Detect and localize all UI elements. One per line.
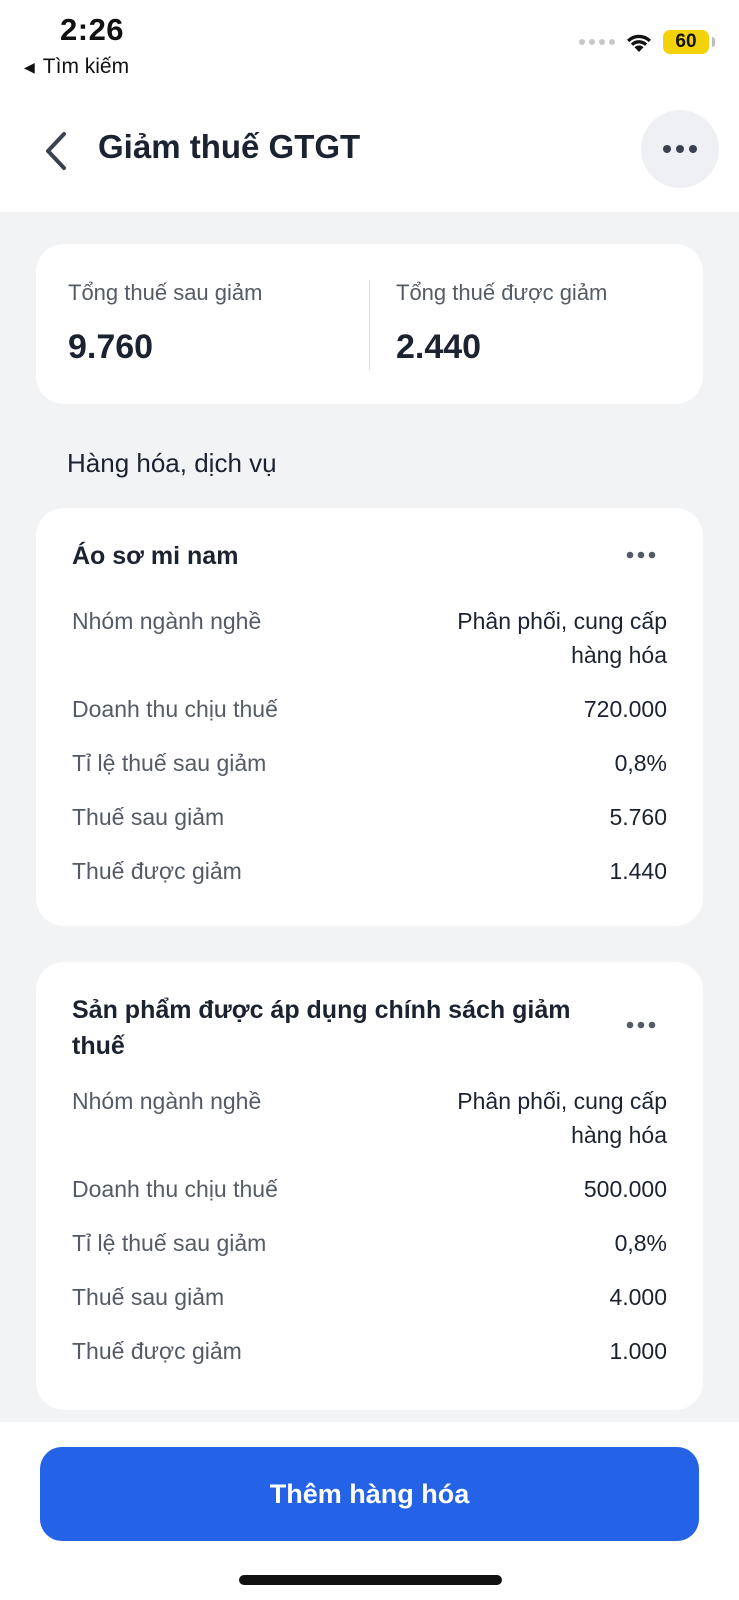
taxable-revenue-value: 500.000 (583, 1176, 667, 1202)
industry-value: Phân phối, cung cấp hàng hóa (457, 608, 667, 668)
back-triangle-icon: ◀ (24, 58, 35, 75)
bottom-bar: Thêm hàng hóa (0, 1422, 739, 1600)
tax-after-value: 4.000 (609, 1284, 667, 1310)
tax-reduced-row: Thuế được giảm 1.440 (72, 854, 667, 888)
item-more-button[interactable] (619, 1010, 663, 1040)
more-horizontal-icon (663, 145, 697, 153)
industry-label: Nhóm ngành nghề (72, 608, 262, 634)
taxable-revenue-value: 720.000 (583, 696, 667, 722)
item-card[interactable]: Sản phẩm được áp dụng chính sách giảm th… (36, 962, 703, 1410)
total-after-label: Tổng thuế sau giảm (68, 280, 263, 305)
home-indicator[interactable] (239, 1575, 502, 1585)
tax-rate-row: Tỉ lệ thuế sau giảm 0,8% (72, 1226, 667, 1260)
industry-row: Nhóm ngành nghề Phân phối, cung cấp hàng … (72, 604, 667, 672)
status-indicators: 60 (579, 30, 715, 54)
chevron-left-icon (46, 132, 66, 170)
battery-icon: 60 (663, 30, 715, 54)
screen: 2:26 ◀ Tìm kiếm 60 Giảm thuế GTGT Tổng t… (0, 0, 739, 1600)
status-time: 2:26 (60, 12, 125, 47)
total-after-reduction: Tổng thuế sau giảm 9.760 (68, 280, 262, 367)
taxable-revenue-label: Doanh thu chịu thuế (72, 696, 278, 722)
battery-level: 60 (675, 31, 697, 52)
back-button[interactable] (36, 126, 76, 176)
tax-after-row: Thuế sau giảm 5.760 (72, 800, 667, 834)
tax-rate-label: Tỉ lệ thuế sau giảm (72, 1230, 267, 1256)
tax-after-label: Thuế sau giảm (72, 804, 225, 830)
taxable-revenue-row: Doanh thu chịu thuế 500.000 (72, 1172, 667, 1206)
tax-reduced-row: Thuế được giảm 1.000 (72, 1334, 667, 1368)
tax-reduced-value: 1.000 (609, 1338, 667, 1364)
cellular-signal-icon (579, 39, 615, 45)
industry-label: Nhóm ngành nghề (72, 1088, 262, 1114)
page-title: Giảm thuế GTGT (98, 128, 361, 165)
back-app-label: Tìm kiếm (42, 55, 130, 78)
wifi-icon (627, 34, 651, 52)
item-name: Sản phẩm được áp dụng chính sách giảm th… (72, 996, 571, 1060)
total-reduced-label: Tổng thuế được giảm (396, 280, 608, 305)
taxable-revenue-row: Doanh thu chịu thuế 720.000 (72, 692, 667, 726)
item-card[interactable]: Áo sơ mi nam Nhóm ngành nghề Phân phối, … (36, 508, 703, 926)
taxable-revenue-label: Doanh thu chịu thuế (72, 1176, 278, 1202)
summary-divider (369, 280, 370, 370)
tax-reduced-label: Thuế được giảm (72, 858, 242, 884)
more-horizontal-icon (626, 1021, 656, 1029)
tax-rate-value: 0,8% (614, 750, 667, 776)
total-after-value: 9.760 (68, 328, 154, 366)
tax-rate-row: Tỉ lệ thuế sau giảm 0,8% (72, 746, 667, 780)
total-reduced-value: 2.440 (396, 328, 482, 366)
tax-rate-label: Tỉ lệ thuế sau giảm (72, 750, 267, 776)
total-reduced: Tổng thuế được giảm 2.440 (396, 280, 607, 367)
tax-reduced-label: Thuế được giảm (72, 1338, 242, 1364)
tax-after-value: 5.760 (609, 804, 667, 830)
section-title: Hàng hóa, dịch vụ (67, 448, 277, 478)
back-to-app-link[interactable]: ◀ Tìm kiếm (24, 55, 129, 79)
tax-summary-card: Tổng thuế sau giảm 9.760 Tổng thuế được … (36, 244, 703, 404)
item-name: Áo sơ mi nam (72, 542, 239, 570)
industry-value: Phân phối, cung cấp hàng hóa (457, 1088, 667, 1148)
industry-row: Nhóm ngành nghề Phân phối, cung cấp hàng … (72, 1084, 667, 1152)
tax-rate-value: 0,8% (614, 1230, 667, 1256)
more-horizontal-icon (626, 551, 656, 559)
tax-reduced-value: 1.440 (609, 858, 667, 884)
item-more-button[interactable] (619, 540, 663, 570)
tax-after-row: Thuế sau giảm 4.000 (72, 1280, 667, 1314)
add-goods-button[interactable]: Thêm hàng hóa (40, 1447, 699, 1541)
top-bar: 2:26 ◀ Tìm kiếm 60 Giảm thuế GTGT (0, 0, 739, 212)
tax-after-label: Thuế sau giảm (72, 1284, 225, 1310)
more-options-button[interactable] (641, 110, 719, 188)
